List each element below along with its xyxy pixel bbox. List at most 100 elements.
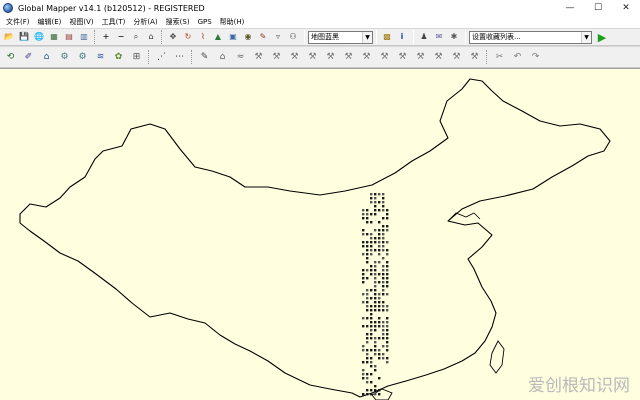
camera-icon[interactable]: ◉ xyxy=(241,30,255,44)
minimize-button[interactable]: — xyxy=(556,0,584,16)
menu-view[interactable]: 视图(V) xyxy=(65,17,97,27)
menu-analysis[interactable]: 分析(A) xyxy=(129,17,161,27)
sample-dot xyxy=(374,265,377,268)
shape-tool-icon[interactable]: ⚒ xyxy=(286,49,303,66)
shape-tool-icon[interactable]: ⚒ xyxy=(412,49,429,66)
menu-file[interactable]: 文件(F) xyxy=(2,17,34,27)
shape-tool-icon[interactable]: ⚒ xyxy=(322,49,339,66)
china-map-canvas[interactable] xyxy=(0,69,640,400)
zoom-in-icon[interactable]: + xyxy=(99,30,113,44)
shape-tool-icon[interactable]: ⚒ xyxy=(268,49,285,66)
globe-icon[interactable]: 🌐 xyxy=(32,30,46,44)
vector-edit-icon[interactable]: ✎ xyxy=(256,30,270,44)
search-icon[interactable]: ⌕ xyxy=(129,30,143,44)
toolbar-grip[interactable] xyxy=(191,50,194,64)
shape-tool-icon[interactable]: ⚒ xyxy=(448,49,465,66)
sample-dot xyxy=(374,337,377,340)
shape-tool-icon[interactable]: ⚒ xyxy=(358,49,375,66)
binoculars-icon[interactable]: ⚇ xyxy=(286,30,300,44)
menu-gps[interactable]: GPS xyxy=(194,18,216,26)
info-icon[interactable]: i xyxy=(395,30,409,44)
settings-tool-icon[interactable]: ⚙ xyxy=(56,49,73,66)
maximize-button[interactable]: ☐ xyxy=(584,0,612,16)
sample-dot xyxy=(386,345,389,348)
points-tool-icon[interactable]: ⋯ xyxy=(171,49,188,66)
close-button[interactable]: ✕ xyxy=(612,0,640,16)
line-tool-icon[interactable]: ≈ xyxy=(232,49,249,66)
menu-edit[interactable]: 编辑(E) xyxy=(34,17,66,27)
save-icon[interactable]: 💾 xyxy=(17,30,31,44)
grid-icon[interactable]: ▦ xyxy=(47,30,61,44)
note-icon[interactable]: ✉ xyxy=(432,30,446,44)
figure-icon[interactable]: ♟ xyxy=(417,30,431,44)
menu-help[interactable]: 帮助(H) xyxy=(216,17,249,27)
redo-icon[interactable]: ↷ xyxy=(527,49,544,66)
water-tool-icon[interactable]: ≋ xyxy=(92,49,109,66)
filter-icon[interactable]: ▿ xyxy=(271,30,285,44)
sample-dot xyxy=(370,329,373,332)
cut-tool-icon[interactable]: ✂ xyxy=(491,49,508,66)
sample-dot xyxy=(374,365,377,368)
map-layer-icon[interactable]: ▥ xyxy=(77,30,91,44)
shape-tool-icon[interactable]: ⚒ xyxy=(376,49,393,66)
edit-tool-icon[interactable]: ⟲ xyxy=(2,49,19,66)
shape-tool-icon[interactable]: ⚒ xyxy=(430,49,447,66)
layer-combo[interactable]: 地图蓝黑 ▼ xyxy=(308,30,373,44)
draw-tool-icon[interactable]: ✐ xyxy=(20,49,37,66)
open-icon[interactable]: 📂 xyxy=(2,30,16,44)
sample-dot xyxy=(366,317,369,320)
chevron-down-icon[interactable]: ▼ xyxy=(362,31,372,43)
country-boundary xyxy=(19,78,611,398)
sample-dot xyxy=(386,225,389,228)
star-tool-icon[interactable]: ✱ xyxy=(447,30,461,44)
shape-tool-icon[interactable]: ⚒ xyxy=(340,49,357,66)
menu-tools[interactable]: 工具(T) xyxy=(98,17,130,27)
sample-dot xyxy=(362,293,365,296)
toolbar-grip[interactable] xyxy=(486,50,489,64)
sample-dot xyxy=(382,353,385,356)
sample-dot xyxy=(386,241,389,244)
sample-dot xyxy=(374,193,377,196)
measure-icon[interactable]: ↻ xyxy=(181,30,195,44)
shape-tool-icon[interactable]: ⚒ xyxy=(466,49,483,66)
sample-dot xyxy=(362,361,365,364)
grid-tool-icon[interactable]: ⊞ xyxy=(128,49,145,66)
toolbar-grip[interactable] xyxy=(148,50,151,64)
sample-dot xyxy=(382,257,385,260)
pencil-tool-icon[interactable]: ✎ xyxy=(196,49,213,66)
layers-icon[interactable]: ▩ xyxy=(380,30,394,44)
undo-icon[interactable]: ↶ xyxy=(509,49,526,66)
lasso-icon[interactable]: ⌇ xyxy=(196,30,210,44)
photo-icon[interactable]: ▣ xyxy=(226,30,240,44)
vertex-tool-icon[interactable]: ⋰ xyxy=(153,49,170,66)
zoom-out-icon[interactable]: − xyxy=(114,30,128,44)
shape-tool-icon[interactable]: ⚒ xyxy=(394,49,411,66)
sample-dot xyxy=(378,325,381,328)
toolbar-grip[interactable] xyxy=(94,30,97,44)
sample-dot xyxy=(366,337,369,340)
building-tool-icon[interactable]: ⌂ xyxy=(38,49,55,66)
settings-tool-icon[interactable]: ⚙ xyxy=(74,49,91,66)
area-tool-icon[interactable]: ⌂ xyxy=(214,49,231,66)
terrain-icon[interactable]: ▲ xyxy=(211,30,225,44)
sample-dot xyxy=(370,253,373,256)
image-layer-icon[interactable]: ▤ xyxy=(62,30,76,44)
sample-dot xyxy=(374,341,377,344)
map-view[interactable]: 爱创根知识网 xyxy=(0,68,640,400)
sample-dot xyxy=(366,257,369,260)
sample-dot xyxy=(366,301,369,304)
favorite-views-combo[interactable]: 设置收藏列表... ▼ xyxy=(469,30,592,44)
home-icon[interactable]: ⌂ xyxy=(144,30,158,44)
flower-tool-icon[interactable]: ✿ xyxy=(110,49,127,66)
toolbar-grip[interactable] xyxy=(161,30,164,44)
pan-icon[interactable]: ✥ xyxy=(166,30,180,44)
sample-dot xyxy=(386,337,389,340)
shape-tool-icon[interactable]: ⚒ xyxy=(304,49,321,66)
chevron-down-icon[interactable]: ▼ xyxy=(581,31,591,43)
sample-dot xyxy=(378,201,381,204)
menu-search[interactable]: 搜索(S) xyxy=(162,17,194,27)
sample-dot xyxy=(386,269,389,272)
shape-tool-icon[interactable]: ⚒ xyxy=(250,49,267,66)
go-play-icon[interactable]: ▶ xyxy=(595,30,609,44)
sample-dot xyxy=(370,265,373,268)
